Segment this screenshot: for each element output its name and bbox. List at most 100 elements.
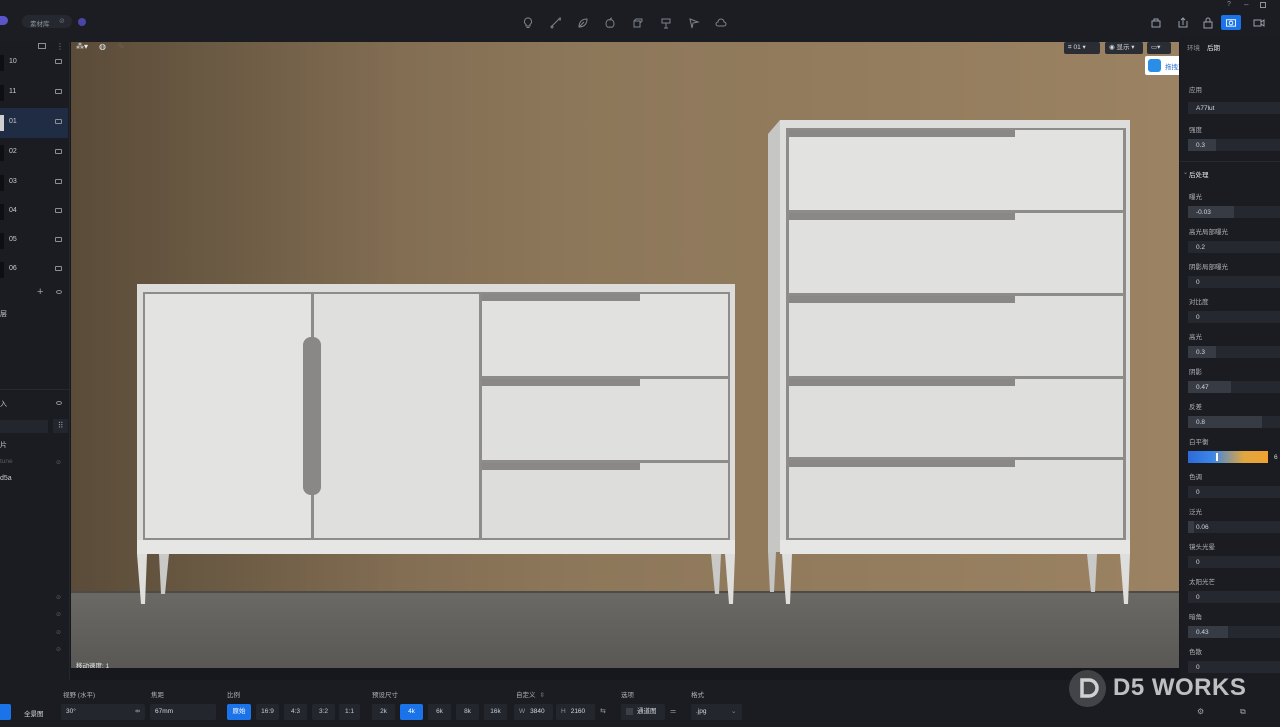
camera-select-value: 01 <box>1073 44 1081 51</box>
render-icon[interactable] <box>1150 17 1162 29</box>
render-viewport[interactable]: ⁂▾ ◍ ✎ ⌗ 01 ▾ ◉ 显示 ▾ ▭▾ 拖拽至此上传 移动速度: 1 <box>71 42 1179 668</box>
param-slider[interactable]: 0 <box>1188 276 1280 288</box>
preset-option[interactable]: 2k <box>372 704 395 720</box>
ratio-option[interactable]: 16:9 <box>256 704 279 720</box>
camera-item[interactable]: 05 <box>0 226 68 256</box>
grid-view-icon[interactable]: ⠿ <box>53 419 68 433</box>
param-slider[interactable]: 0.8 <box>1188 416 1280 428</box>
maximize-icon[interactable] <box>1260 2 1266 8</box>
camera-thumbnail <box>0 55 4 71</box>
list-item[interactable]: tune <box>0 458 13 465</box>
width-input[interactable]: W 3840 <box>514 704 553 720</box>
pencil-icon[interactable]: ✎ <box>118 42 125 51</box>
camera-item[interactable]: 02 <box>0 138 68 168</box>
param-slider[interactable]: 0 <box>1188 486 1280 498</box>
param-value: 0.2 <box>1196 244 1206 251</box>
param-label: 色散 <box>1189 649 1202 656</box>
cube-icon[interactable] <box>632 17 644 29</box>
param-slider[interactable]: 0.47 <box>1188 381 1280 393</box>
param-slider[interactable]: 0 <box>1188 591 1280 603</box>
library-button[interactable]: 素材库 ⊘ <box>22 15 72 28</box>
hide-icon[interactable]: ⊘ <box>56 629 61 636</box>
ratio-option[interactable]: 原始 <box>227 704 251 720</box>
leaf-icon[interactable] <box>577 17 589 29</box>
help-icon[interactable]: ? <box>1227 1 1231 8</box>
preset-option[interactable]: 16k <box>484 704 507 720</box>
camera-item[interactable]: 01 <box>0 108 68 138</box>
tall-chest <box>768 120 1130 604</box>
param-slider[interactable]: 0.06 <box>1188 521 1280 533</box>
fan-icon[interactable] <box>688 17 700 29</box>
camera-item[interactable]: 04 <box>0 197 68 227</box>
open-folder-icon[interactable]: ⧉ <box>1240 707 1246 717</box>
hide-icon[interactable]: ⊘ <box>56 646 61 653</box>
brush-icon[interactable] <box>660 17 672 29</box>
add-camera-button[interactable]: + <box>37 286 43 298</box>
camera-item[interactable]: 11 <box>0 78 68 108</box>
camera-mode-button[interactable] <box>1221 15 1241 30</box>
minimize-icon[interactable]: – <box>1244 0 1248 9</box>
search-input[interactable] <box>0 420 48 433</box>
video-camera-icon <box>55 119 62 124</box>
sliders-icon[interactable]: ⚌ <box>670 707 676 715</box>
swap-icon[interactable]: ⇆ <box>600 707 606 715</box>
camera-item[interactable]: 10 <box>0 48 68 78</box>
param-value: 0 <box>1196 594 1200 601</box>
lock-icon[interactable] <box>1202 17 1214 29</box>
param-slider[interactable]: 0.3 <box>1188 346 1280 358</box>
camera-select[interactable]: ⌗ 01 ▾ <box>1064 42 1100 54</box>
list-item[interactable]: d5a <box>0 475 12 482</box>
fov-input[interactable]: 30° ⇹ <box>61 704 145 720</box>
chevron-down-icon[interactable]: ⌄ <box>1183 169 1188 176</box>
apple-icon[interactable] <box>604 17 616 29</box>
hide-icon[interactable]: ⊘ <box>56 594 61 601</box>
param-slider[interactable]: 0.2 <box>1188 241 1280 253</box>
path-icon[interactable] <box>549 17 561 29</box>
hide-icon[interactable]: ⊘ <box>56 611 61 618</box>
camera-item[interactable]: 03 <box>0 168 68 198</box>
cloud-icon[interactable] <box>715 17 727 29</box>
hide-icon[interactable]: ⊘ <box>56 459 61 466</box>
eye-icon: ◉ <box>1109 44 1115 51</box>
focal-input[interactable]: 67mm <box>150 704 216 720</box>
screen-button[interactable]: ▭▾ <box>1147 42 1171 54</box>
param-slider[interactable]: 0 <box>1188 311 1280 323</box>
ratio-option[interactable]: 4:3 <box>284 704 307 720</box>
param-slider[interactable]: 6 <box>1188 451 1278 463</box>
video-icon[interactable] <box>1253 17 1265 29</box>
eye-icon[interactable] <box>56 401 62 405</box>
camera-item[interactable]: 06 <box>0 255 68 285</box>
axis-icon[interactable]: ⁂▾ <box>76 42 88 51</box>
format-select[interactable]: .jpg ⌄ <box>691 704 742 720</box>
lut-select[interactable]: A77lut <box>1188 102 1280 114</box>
custom-label: 自定义 ⇳ <box>516 689 545 699</box>
eye-icon[interactable] <box>56 290 62 294</box>
param-value: 0 <box>1196 314 1200 321</box>
white-balance-knob[interactable] <box>1216 453 1218 461</box>
tab-environment[interactable]: 环境 <box>1187 42 1200 52</box>
panorama-button[interactable]: 全景图 <box>24 708 44 718</box>
export-icon[interactable] <box>1177 17 1189 29</box>
preset-option[interactable]: 4k <box>400 704 423 720</box>
app-logo-icon <box>0 16 8 25</box>
param-slider[interactable]: 0 <box>1188 556 1280 568</box>
param-slider[interactable]: 0 <box>1188 661 1280 673</box>
display-button[interactable]: ◉ 显示 ▾ <box>1105 42 1143 54</box>
param-slider[interactable]: 0.43 <box>1188 626 1280 638</box>
upload-button[interactable]: 拖拽至此上传 <box>1145 56 1179 75</box>
settings-icon[interactable]: ⚙ <box>1197 707 1204 716</box>
light-bulb-icon[interactable] <box>522 17 534 29</box>
list-item[interactable]: 片 <box>0 440 7 450</box>
preset-option[interactable]: 8k <box>456 704 479 720</box>
ratio-option[interactable]: 1:1 <box>339 704 360 720</box>
mode-toggle[interactable] <box>0 704 11 720</box>
param-slider[interactable]: -0.03 <box>1188 206 1280 218</box>
preset-option[interactable]: 6k <box>428 704 451 720</box>
ratio-option[interactable]: 3:2 <box>312 704 335 720</box>
globe-icon[interactable]: ◍ <box>99 42 106 51</box>
channel-option[interactable]: 通道图 <box>621 704 665 720</box>
tab-post[interactable]: 后期 <box>1207 42 1220 52</box>
channel-checkbox[interactable] <box>626 707 633 715</box>
intensity-slider[interactable]: 0.3 <box>1188 139 1280 151</box>
height-input[interactable]: H 2160 <box>556 704 595 720</box>
